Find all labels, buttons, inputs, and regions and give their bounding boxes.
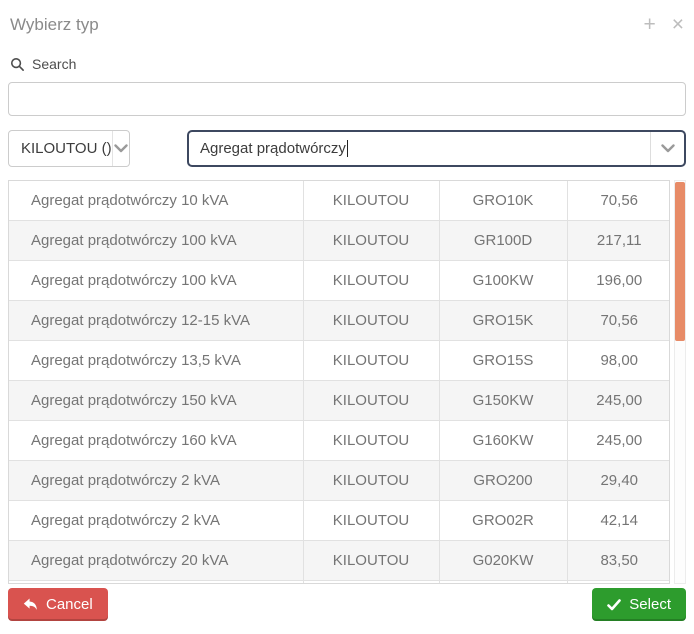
- filter-row: KILOUTOU () Agregat prądotwórczy: [8, 130, 686, 167]
- table-row[interactable]: Agregat prądotwórczy 100 kVAKILOUTOUG100…: [9, 261, 670, 301]
- cell-price: 217,11: [567, 221, 670, 261]
- table-row[interactable]: Agregat prądotwórczy 150 kVAKILOUTOUG150…: [9, 381, 670, 421]
- results-table-container: Agregat prądotwórczy 10 kVAKILOUTOUGRO10…: [8, 180, 670, 584]
- search-input[interactable]: [8, 82, 686, 116]
- results-table: Agregat prądotwórczy 10 kVAKILOUTOUGRO10…: [9, 181, 670, 584]
- cell-brand: KILOUTOU: [303, 341, 439, 381]
- cell-code: G020KW: [439, 541, 567, 581]
- cell-code: G150KW: [439, 381, 567, 421]
- cell-price: 245,00: [567, 381, 670, 421]
- cell-brand: KILOUTOU: [303, 501, 439, 541]
- cell-name: Agregat prądotwórczy 100 kVA: [9, 261, 303, 301]
- search-label: Search: [32, 56, 76, 72]
- table-row[interactable]: Agregat prądotwórczy 160 kVAKILOUTOUG160…: [9, 421, 670, 461]
- cell-code: GRO200: [439, 461, 567, 501]
- dialog-footer: Cancel Select: [8, 588, 686, 621]
- table-row[interactable]: Agregat prądotwórczy 200 kVAKILOUTOUG200…: [9, 581, 670, 585]
- cell-name: Agregat prądotwórczy 100 kVA: [9, 221, 303, 261]
- cell-code: GRO15K: [439, 301, 567, 341]
- cell-code: G200KW: [439, 581, 567, 585]
- cell-price: 42,14: [567, 501, 670, 541]
- cell-name: Agregat prądotwórczy 2 kVA: [9, 501, 303, 541]
- cell-price: 343,00: [567, 581, 670, 585]
- cell-code: GR100D: [439, 221, 567, 261]
- table-row[interactable]: Agregat prądotwórczy 2 kVAKILOUTOUGRO200…: [9, 461, 670, 501]
- table-row[interactable]: Agregat prądotwórczy 2 kVAKILOUTOUGRO02R…: [9, 501, 670, 541]
- type-table-body: Agregat prądotwórczy 10 kVAKILOUTOUGRO10…: [9, 181, 670, 584]
- cell-price: 70,56: [567, 181, 670, 221]
- cell-brand: KILOUTOU: [303, 261, 439, 301]
- cell-name: Agregat prądotwórczy 13,5 kVA: [9, 341, 303, 381]
- cell-name: Agregat prądotwórczy 2 kVA: [9, 461, 303, 501]
- cell-name: Agregat prądotwórczy 160 kVA: [9, 421, 303, 461]
- results-area: Agregat prądotwórczy 10 kVAKILOUTOUGRO10…: [8, 180, 686, 584]
- cell-code: GRO15S: [439, 341, 567, 381]
- cell-name: Agregat prądotwórczy 200 kVA: [9, 581, 303, 585]
- cell-price: 245,00: [567, 421, 670, 461]
- cell-name: Agregat prądotwórczy 12-15 kVA: [9, 301, 303, 341]
- scrollbar-track[interactable]: [674, 180, 686, 584]
- cell-code: GRO02R: [439, 501, 567, 541]
- brand-select[interactable]: KILOUTOU (): [8, 130, 130, 167]
- chevron-down-icon[interactable]: [112, 131, 129, 166]
- text-cursor: [347, 140, 348, 157]
- cell-price: 70,56: [567, 301, 670, 341]
- close-icon[interactable]: ×: [672, 15, 684, 35]
- chevron-down-icon[interactable]: [650, 132, 684, 165]
- cell-name: Agregat prądotwórczy 20 kVA: [9, 541, 303, 581]
- table-row[interactable]: Agregat prądotwórczy 13,5 kVAKILOUTOUGRO…: [9, 341, 670, 381]
- choose-type-dialog: Wybierz typ + × Search KILOUTOU () Agreg…: [0, 0, 694, 634]
- cell-price: 29,40: [567, 461, 670, 501]
- table-row[interactable]: Agregat prądotwórczy 12-15 kVAKILOUTOUGR…: [9, 301, 670, 341]
- cell-brand: KILOUTOU: [303, 581, 439, 585]
- cell-brand: KILOUTOU: [303, 421, 439, 461]
- table-row[interactable]: Agregat prądotwórczy 100 kVAKILOUTOUGR10…: [9, 221, 670, 261]
- cell-price: 196,00: [567, 261, 670, 301]
- type-combobox-value: Agregat prądotwórczy: [200, 140, 346, 157]
- add-icon[interactable]: +: [643, 15, 655, 35]
- check-icon: [607, 599, 621, 611]
- scrollbar-thumb[interactable]: [675, 182, 685, 341]
- cell-price: 98,00: [567, 341, 670, 381]
- cell-brand: KILOUTOU: [303, 381, 439, 421]
- select-button[interactable]: Select: [592, 588, 686, 621]
- cell-brand: KILOUTOU: [303, 181, 439, 221]
- magnifier-icon: [10, 57, 25, 72]
- cell-name: Agregat prądotwórczy 150 kVA: [9, 381, 303, 421]
- dialog-header: Wybierz typ + ×: [8, 0, 686, 40]
- table-row[interactable]: Agregat prądotwórczy 20 kVAKILOUTOUG020K…: [9, 541, 670, 581]
- cell-brand: KILOUTOU: [303, 461, 439, 501]
- select-button-label: Select: [629, 596, 671, 613]
- cell-code: G160KW: [439, 421, 567, 461]
- cancel-button[interactable]: Cancel: [8, 588, 108, 621]
- cell-brand: KILOUTOU: [303, 221, 439, 261]
- cell-code: G100KW: [439, 261, 567, 301]
- cell-name: Agregat prądotwórczy 10 kVA: [9, 181, 303, 221]
- cell-code: GRO10K: [439, 181, 567, 221]
- cell-brand: KILOUTOU: [303, 541, 439, 581]
- search-label-row: Search: [10, 54, 684, 74]
- dialog-title: Wybierz typ: [10, 15, 627, 35]
- type-combobox[interactable]: Agregat prądotwórczy: [187, 130, 686, 167]
- cell-price: 83,50: [567, 541, 670, 581]
- brand-select-value: KILOUTOU (): [9, 131, 112, 166]
- back-arrow-icon: [23, 598, 38, 611]
- cancel-button-label: Cancel: [46, 596, 93, 613]
- cell-brand: KILOUTOU: [303, 301, 439, 341]
- table-row[interactable]: Agregat prądotwórczy 10 kVAKILOUTOUGRO10…: [9, 181, 670, 221]
